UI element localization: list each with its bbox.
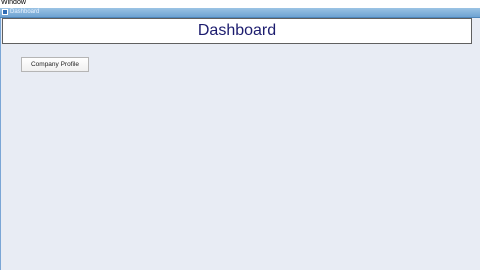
window-left-border	[0, 18, 1, 270]
app-window-icon	[2, 9, 8, 15]
page-title: Dashboard	[197, 22, 277, 39]
company-profile-button[interactable]: Company Profile	[21, 57, 89, 72]
menu-bar: Window	[0, 0, 480, 8]
menu-item-window[interactable]: Window	[1, 0, 26, 8]
window-title: Dashboard	[10, 9, 40, 15]
header-panel: Dashboard	[2, 18, 472, 44]
window-title-bar[interactable]: Dashboard	[0, 8, 480, 18]
